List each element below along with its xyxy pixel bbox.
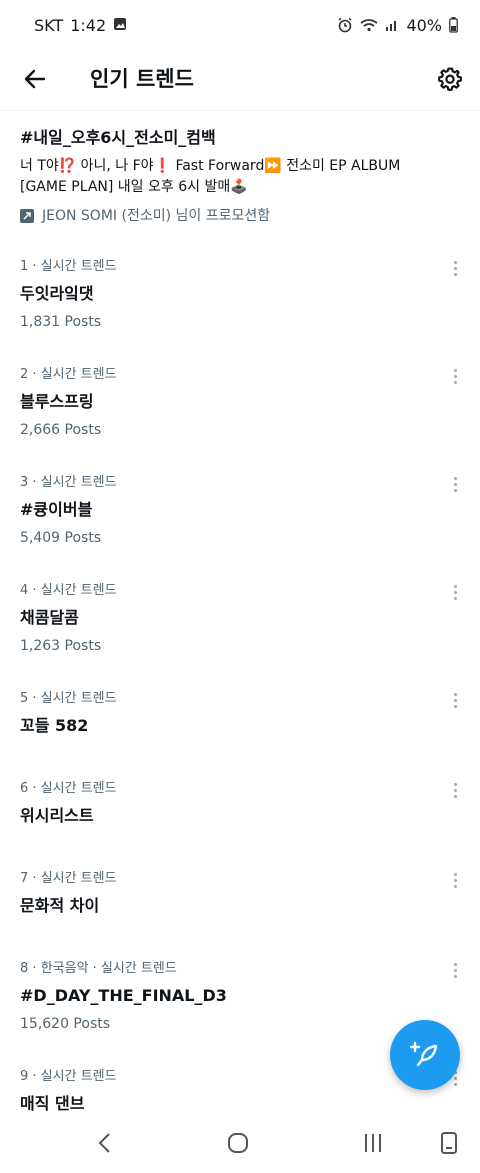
more-options-icon[interactable] xyxy=(446,474,464,494)
more-options-icon[interactable] xyxy=(446,258,464,278)
back-button[interactable] xyxy=(20,64,50,94)
more-options-icon[interactable] xyxy=(446,690,464,710)
signal-icon xyxy=(385,18,399,32)
battery-level: 40% xyxy=(406,15,442,35)
trend-posts: 1,831 Posts xyxy=(20,314,102,330)
nav-keyboard-button[interactable] xyxy=(434,1129,464,1157)
trend-item[interactable]: 6 · 실시간 트렌드 위시리스트 xyxy=(0,780,480,840)
trend-rank: 1 xyxy=(20,259,29,274)
system-navigation-bar xyxy=(0,1113,480,1173)
more-options-icon[interactable] xyxy=(446,366,464,386)
trend-rank: 7 xyxy=(20,871,29,886)
status-left: SKT 1:42 xyxy=(34,16,127,35)
trend-name: #D_DAY_THE_FINAL_D3 xyxy=(20,986,227,1005)
clock: 1:42 xyxy=(70,15,107,35)
trend-name: 두잇라잌댓 xyxy=(20,284,94,303)
trend-rank: 9 xyxy=(20,1069,29,1084)
trend-name: 위시리스트 xyxy=(20,806,94,825)
gear-icon xyxy=(438,67,462,91)
trend-category: 실시간 트렌드 xyxy=(40,583,117,598)
promoted-description: 너 T야⁉️ 아니, 나 F야❗ Fast Forward⏩ 전소미 EP AL… xyxy=(20,158,401,195)
trend-item[interactable]: 7 · 실시간 트렌드 문화적 차이 xyxy=(0,870,480,930)
trend-category: 실시간 트렌드 xyxy=(40,367,117,382)
phone-rotate-icon xyxy=(441,1132,457,1154)
header-divider xyxy=(0,110,480,111)
trend-item[interactable]: 5 · 실시간 트렌드 꼬들 582 xyxy=(0,690,480,750)
feather-plus-icon xyxy=(409,1041,438,1067)
nav-back-button[interactable] xyxy=(90,1129,120,1157)
trend-rank: 8 xyxy=(20,961,29,976)
home-circle-icon xyxy=(228,1133,248,1153)
trend-posts: 5,409 Posts xyxy=(20,530,102,546)
top-app-bar: 인기 트렌드 xyxy=(0,50,480,108)
carrier-label: SKT xyxy=(34,15,64,35)
trend-meta: 2 · 실시간 트렌드 xyxy=(20,367,117,382)
trend-meta: 7 · 실시간 트렌드 xyxy=(20,871,117,886)
trend-rank: 6 xyxy=(20,781,29,796)
gallery-notification-icon xyxy=(113,16,127,35)
chevron-left-icon xyxy=(98,1133,110,1153)
wifi-icon xyxy=(360,18,378,32)
promoted-by: JEON SOMI (전소미) 님이 프로모션함 xyxy=(20,206,450,226)
promoted-trend[interactable]: #내일_오후6시_전소미_컴백 너 T야⁉️ 아니, 나 F야❗ Fast Fo… xyxy=(20,126,450,226)
arrow-left-icon xyxy=(24,69,46,89)
trend-meta: 3 · 실시간 트렌드 xyxy=(20,475,117,490)
trend-meta: 8 · 한국음악 · 실시간 트렌드 xyxy=(20,961,177,976)
trend-rank: 5 xyxy=(20,691,29,706)
trend-meta: 9 · 실시간 트렌드 xyxy=(20,1069,117,1084)
trend-posts: 1,263 Posts xyxy=(20,638,102,654)
more-options-icon[interactable] xyxy=(446,960,464,980)
trend-rank: 4 xyxy=(20,583,29,598)
nav-recents-button[interactable] xyxy=(358,1129,388,1157)
promoted-by-label: JEON SOMI (전소미) 님이 프로모션함 xyxy=(42,208,271,224)
trend-category: 실시간 트렌드 xyxy=(40,691,117,706)
trend-category: 실시간 트렌드 xyxy=(40,475,117,490)
more-options-icon[interactable] xyxy=(446,870,464,890)
recents-icon xyxy=(365,1134,381,1152)
settings-button[interactable] xyxy=(434,63,466,95)
trend-category: 실시간 트렌드 xyxy=(40,1069,117,1084)
nav-home-button[interactable] xyxy=(223,1129,253,1157)
trend-name: 문화적 차이 xyxy=(20,896,100,915)
more-options-icon[interactable] xyxy=(446,582,464,602)
page-title: 인기 트렌드 xyxy=(90,67,194,91)
trend-posts: 15,620 Posts xyxy=(20,1016,111,1032)
trend-item[interactable]: 3 · 실시간 트렌드 #큥이버블 5,409 Posts xyxy=(0,474,480,554)
trend-name: #큥이버블 xyxy=(20,500,93,519)
trend-category: 실시간 트렌드 xyxy=(40,781,117,796)
trend-meta: 4 · 실시간 트렌드 xyxy=(20,583,117,598)
more-options-icon[interactable] xyxy=(446,780,464,800)
trend-meta: 1 · 실시간 트렌드 xyxy=(20,259,117,274)
trend-posts: 2,666 Posts xyxy=(20,422,102,438)
trend-category: 실시간 트렌드 xyxy=(40,871,117,886)
trend-rank: 2 xyxy=(20,367,29,382)
trend-meta: 5 · 실시간 트렌드 xyxy=(20,691,117,706)
trend-item[interactable]: 4 · 실시간 트렌드 채콤달콤 1,263 Posts xyxy=(0,582,480,662)
trend-item[interactable]: 1 · 실시간 트렌드 두잇라잌댓 1,831 Posts xyxy=(0,258,480,338)
status-right: 40% xyxy=(337,16,458,35)
trend-category: 실시간 트렌드 xyxy=(40,259,117,274)
alarm-icon xyxy=(337,17,353,33)
trend-item[interactable]: 2 · 실시간 트렌드 블루스프링 2,666 Posts xyxy=(0,366,480,446)
trend-name: 채콤달콤 xyxy=(20,608,79,627)
trend-name: 꼬들 582 xyxy=(20,716,89,735)
compose-post-button[interactable] xyxy=(390,1020,460,1090)
battery-icon xyxy=(449,17,458,33)
promoted-hashtag[interactable]: #내일_오후6시_전소미_컴백 xyxy=(20,126,450,150)
promoted-icon xyxy=(20,209,34,223)
status-bar: SKT 1:42 40% xyxy=(0,0,480,50)
trend-category: 한국음악 · 실시간 트렌드 xyxy=(40,961,177,976)
trend-meta: 6 · 실시간 트렌드 xyxy=(20,781,117,796)
trend-name: 블루스프링 xyxy=(20,392,94,411)
trend-rank: 3 xyxy=(20,475,29,490)
